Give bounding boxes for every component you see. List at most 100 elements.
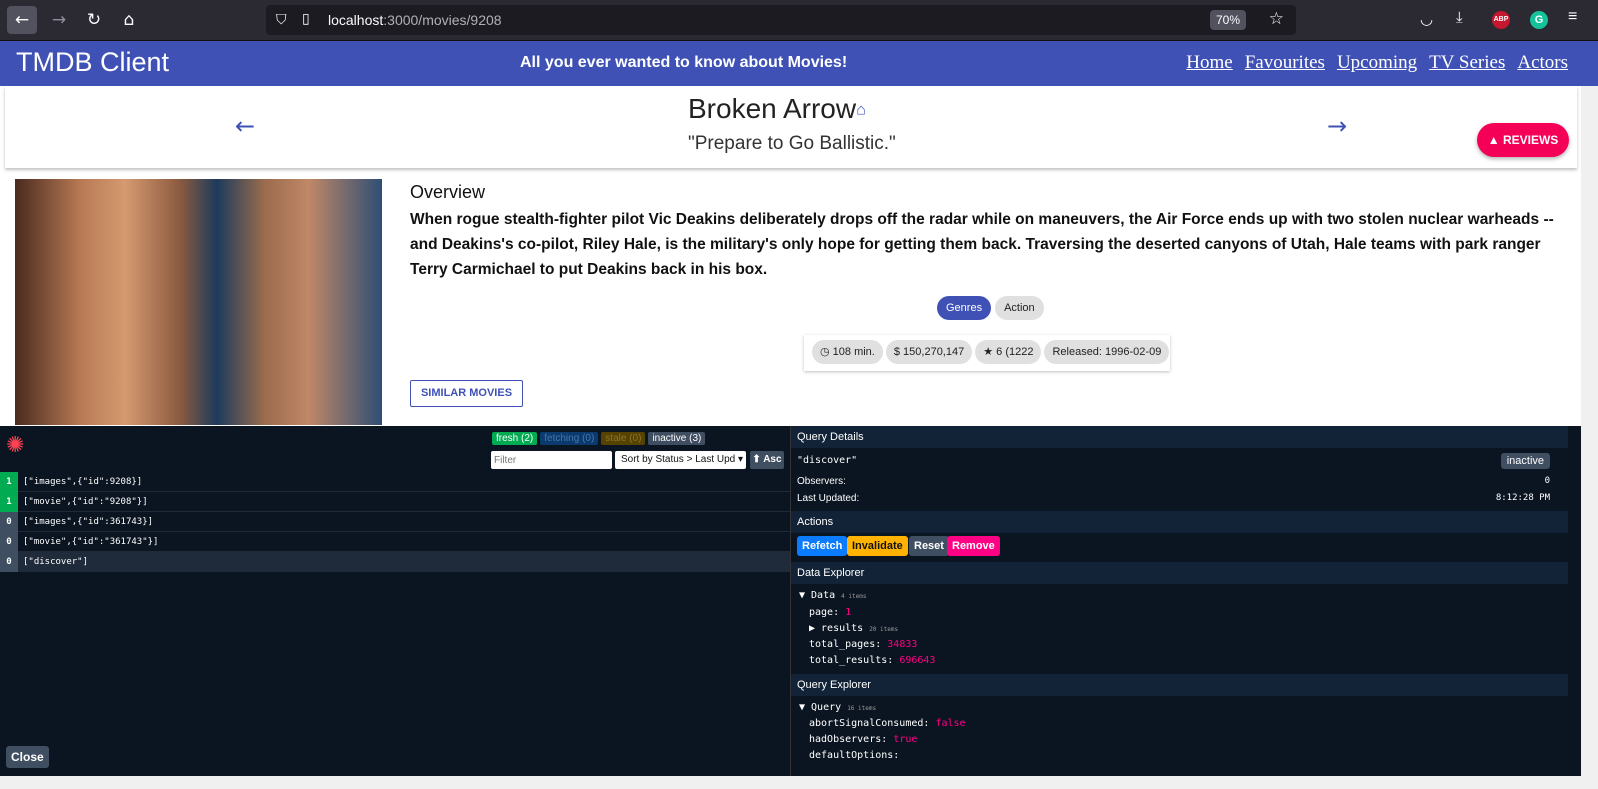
zoom-level[interactable]: 70% [1209, 10, 1246, 30]
react-query-devtools: ✺ fresh (2) fetching (0) stale (0) inact… [0, 426, 1598, 776]
grammarly-icon[interactable]: G [1530, 11, 1548, 29]
react-query-logo-icon[interactable]: ✺ [6, 432, 24, 458]
fresh-count: (2) [521, 433, 534, 444]
movie-title: Broken Arrow⌂ [688, 93, 866, 125]
query-key: ["images",{"id":9208}] [23, 477, 143, 487]
sort-direction-button[interactable]: ⬆ Asc [750, 451, 784, 469]
fetching-badge: fetching (0) [540, 432, 599, 445]
fetching-label: fetching [544, 433, 580, 444]
adblock-icon[interactable]: ABP [1492, 11, 1510, 29]
selected-query-key: "discover" [797, 455, 858, 466]
url-bar[interactable]: ⛉ ▯ localhost:3000/movies/9208 70% ☆ [266, 5, 1296, 35]
nav-upcoming[interactable]: Upcoming [1337, 52, 1417, 74]
movie-tagline: "Prepare to Go Ballistic." [688, 133, 896, 154]
query-row-selected[interactable]: 0 ["discover"] [0, 552, 790, 572]
reviews-label: REVIEWS [1502, 133, 1559, 147]
observer-count: 0 [0, 512, 18, 532]
url-text[interactable]: localhost:3000/movies/9208 [328, 12, 502, 28]
nav-actors[interactable]: Actors [1517, 52, 1568, 74]
had-observers-key: hadObservers: [809, 734, 888, 745]
page-vertical-scrollbar[interactable] [1581, 86, 1598, 776]
menu-icon[interactable]: ≡ [1568, 8, 1577, 26]
fresh-label: fresh [496, 433, 519, 444]
status-badges: fresh (2) fetching (0) stale (0) inactiv… [492, 432, 708, 445]
query-root[interactable]: ▼ Query 16 items [799, 702, 876, 713]
had-observers-entry: hadObservers: true [809, 734, 917, 745]
observer-count: 0 [0, 532, 18, 552]
query-filter-input[interactable] [491, 451, 612, 469]
next-arrow-icon[interactable]: → [1327, 112, 1347, 140]
total-pages-value: 34833 [887, 639, 918, 650]
stale-badge: stale (0) [601, 432, 646, 445]
query-row[interactable]: 1 ["movie",{"id":"9208"}] [0, 492, 790, 512]
page-key: page: [809, 607, 840, 618]
total-results-entry: total_results: 696643 [809, 655, 935, 666]
nav-tv-series[interactable]: TV Series [1429, 52, 1505, 74]
sort-select[interactable]: Sort by Status > Last Upd ▾ [615, 451, 746, 469]
overview-text: When rogue stealth-fighter pilot Vic Dea… [410, 211, 1554, 278]
nav-favourites[interactable]: Favourites [1245, 52, 1325, 74]
actions-heading: Actions [791, 511, 1568, 533]
star-icon: ★ [983, 346, 997, 358]
data-root[interactable]: ▼ Data 4 items [799, 590, 866, 601]
rating-value: 6 (1222 [996, 346, 1034, 358]
remove-button[interactable]: Remove [947, 536, 1000, 556]
reviews-button[interactable]: ▲ REVIEWS [1477, 123, 1569, 157]
abort-signal-value: false [935, 718, 966, 729]
results-count: 20 items [869, 626, 899, 633]
brand-title: TMDB Client [16, 47, 170, 77]
forward-icon[interactable]: → [44, 6, 74, 34]
query-row[interactable]: 1 ["images",{"id":9208}] [0, 472, 790, 492]
data-root-count: 4 items [841, 593, 867, 600]
shield-icon[interactable]: ⛉ [276, 11, 287, 28]
query-key: ["images",{"id":361743}] [23, 517, 154, 527]
data-root-label: ▼ Data [799, 590, 836, 601]
home-icon[interactable]: ⌂ [114, 6, 144, 34]
page-horizontal-scrollbar[interactable] [0, 776, 1598, 789]
fresh-badge: fresh (2) [492, 432, 538, 445]
downloads-icon[interactable]: ⤓ [1456, 9, 1463, 26]
overview-heading: Overview [410, 182, 486, 202]
query-row[interactable]: 0 ["images",{"id":361743}] [0, 512, 790, 532]
sort-value: Sort by Status > Last Upd [621, 454, 736, 465]
refetch-button[interactable]: Refetch [797, 536, 848, 556]
url-path: :3000/movies/9208 [383, 12, 502, 28]
previous-arrow-icon[interactable]: ← [235, 112, 255, 140]
inactive-label: inactive [652, 433, 687, 444]
pocket-icon[interactable]: ◡ [1420, 10, 1433, 28]
query-root-label: ▼ Query [799, 702, 842, 713]
back-icon[interactable]: ← [7, 6, 37, 34]
url-host: localhost [328, 12, 384, 28]
last-updated-label: Last Updated: [797, 493, 860, 504]
total-results-key: total_results: [809, 655, 894, 666]
dollar-icon: $ [893, 346, 904, 358]
query-key: ["movie",{"id":"9208"}] [23, 497, 148, 507]
query-status-badge: inactive [1500, 453, 1550, 469]
movie-header: ← Broken Arrow⌂ "Prepare to Go Ballistic… [5, 86, 1577, 168]
browser-toolbar: ← → ↻ ⌂ ⛉ ▯ localhost:3000/movies/9208 7… [0, 0, 1598, 41]
results-entry[interactable]: ▶ results 20 items [809, 623, 898, 634]
movie-facts: ◷ 108 min. $ 150,270,147 ★ 6 (1222 Relea… [804, 335, 1170, 371]
reset-button[interactable]: Reset [909, 536, 949, 556]
nav-home[interactable]: Home [1186, 52, 1232, 74]
had-observers-value: true [893, 734, 918, 745]
bookmark-star-icon[interactable]: ☆ [1269, 9, 1284, 29]
query-details-panel: Query Details "discover" inactive Observ… [790, 426, 1568, 776]
default-options-entry: defaultOptions: [809, 750, 900, 761]
query-row[interactable]: 0 ["movie",{"id":"361743"}] [0, 532, 790, 552]
observer-count: 1 [0, 492, 18, 512]
app-header: TMDB Client All you ever wanted to know … [0, 41, 1598, 86]
page-entry: page: 1 [809, 607, 851, 618]
genre-chips: Genres Action [937, 296, 1044, 320]
last-updated-value: 8:12:28 PM [1495, 493, 1550, 503]
results-key: ▶ results [809, 623, 864, 634]
inactive-badge: inactive (3) [648, 432, 706, 445]
query-details-heading: Query Details [791, 426, 1568, 448]
reload-icon[interactable]: ↻ [79, 6, 109, 34]
similar-movies-button[interactable]: SIMILAR MOVIES [410, 380, 523, 407]
observers-label: Observers: [797, 476, 846, 487]
home-link-icon[interactable]: ⌂ [856, 102, 866, 119]
invalidate-button[interactable]: Invalidate [847, 536, 908, 556]
close-devtools-button[interactable]: Close [6, 746, 49, 768]
stale-count: (0) [629, 433, 642, 444]
